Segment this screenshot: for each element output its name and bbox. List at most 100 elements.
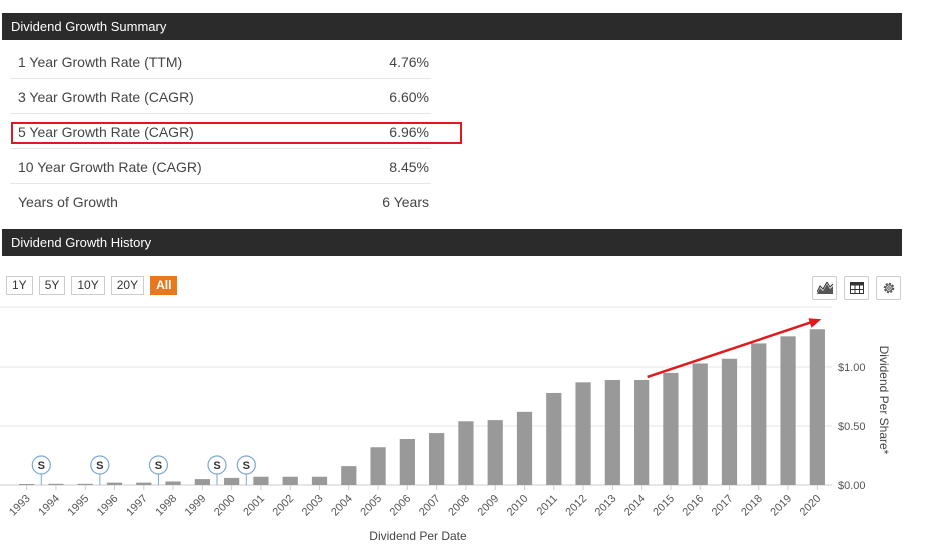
bar-2006[interactable] <box>399 438 415 485</box>
bar-2000[interactable] <box>224 477 240 485</box>
summary-row-value: 6.60% <box>389 89 429 105</box>
summary-row: 1 Year Growth Rate (TTM) 4.76% <box>10 44 431 79</box>
summary-row: Years of Growth 6 Years <box>10 184 431 219</box>
bar-1993[interactable] <box>19 484 35 485</box>
bar-2009[interactable] <box>487 420 503 485</box>
x-tick-label: 2011 <box>535 493 560 518</box>
x-tick-label: 2007 <box>417 493 443 519</box>
history-title: Dividend Growth History <box>11 235 152 250</box>
bar-2005[interactable] <box>370 447 386 485</box>
summary-row-value: 6 Years <box>382 194 429 210</box>
bar-2008[interactable] <box>458 421 474 485</box>
area-chart-button[interactable] <box>812 276 837 300</box>
x-tick-label: 2001 <box>241 493 267 519</box>
bar-2014[interactable] <box>634 379 650 485</box>
settings-button[interactable] <box>876 276 901 300</box>
bars-layer <box>19 329 825 485</box>
summary-row: 10 Year Growth Rate (CAGR) 8.45% <box>10 149 431 184</box>
bar-2002[interactable] <box>282 476 298 485</box>
x-tick-label: 2009 <box>476 493 502 519</box>
x-tick-label: 1997 <box>124 493 150 519</box>
y-tick-label: $0.50 <box>838 421 866 433</box>
bar-2010[interactable] <box>516 411 533 485</box>
trend-arrow-head <box>808 318 822 328</box>
summary-row-label: 5 Year Growth Rate (CAGR) <box>18 124 194 140</box>
summary-row-label: 1 Year Growth Rate (TTM) <box>18 54 183 70</box>
bar-2016[interactable] <box>692 363 708 485</box>
table-button[interactable] <box>844 276 869 300</box>
x-tick-label: 2017 <box>710 493 736 519</box>
x-axis-label: Dividend Per Date <box>369 529 467 543</box>
bar-1995[interactable] <box>77 483 93 485</box>
split-marker-label: S <box>96 460 103 472</box>
range-button-10y[interactable]: 10Y <box>71 276 105 295</box>
range-button-all[interactable]: All <box>150 276 178 295</box>
bar-2018[interactable] <box>751 343 767 485</box>
summary-row-label: 3 Year Growth Rate (CAGR) <box>18 89 194 105</box>
bar-2001[interactable] <box>253 476 269 485</box>
history-header: Dividend Growth History <box>2 229 902 256</box>
x-tick-label: 2014 <box>622 493 648 519</box>
x-tick-label: 1993 <box>7 493 33 519</box>
y-tick-label: $1.00 <box>838 362 866 374</box>
x-tick-label: 2018 <box>739 493 765 519</box>
x-tick-label: 2004 <box>329 493 355 519</box>
bar-1994[interactable] <box>48 483 64 485</box>
range-button-20y[interactable]: 20Y <box>110 276 145 295</box>
x-axis-ticks: 1993 1994 1995 1996 1997 1998 1999 2000 2001 2002… <box>7 485 824 519</box>
split-marker-label: S <box>38 460 45 472</box>
bar-1998[interactable] <box>165 481 181 485</box>
split-marker-label: S <box>243 460 250 472</box>
range-button-5y[interactable]: 5Y <box>38 276 66 295</box>
summary-row-label: Years of Growth <box>18 194 118 210</box>
split-marker-label: S <box>155 460 162 472</box>
area-chart-icon <box>816 282 833 294</box>
x-tick-label: 1996 <box>95 493 121 519</box>
bar-2012[interactable] <box>575 382 591 485</box>
settings-gear-icon <box>883 282 894 294</box>
x-tick-label: 2019 <box>768 493 794 519</box>
bar-2003[interactable] <box>311 476 328 485</box>
bar-2011[interactable] <box>546 392 562 485</box>
x-tick-label: 1995 <box>66 493 92 519</box>
x-tick-label: 2015 <box>651 493 677 519</box>
y-tick-label: $0.00 <box>838 480 866 492</box>
x-tick-label: 2020 <box>798 493 824 519</box>
x-tick-label: 2005 <box>358 493 384 519</box>
x-tick-label: 2016 <box>681 493 707 519</box>
x-tick-label: 1994 <box>36 493 62 519</box>
split-markers-layer: SSSSS <box>31 455 256 485</box>
x-tick-label: 2000 <box>212 493 238 519</box>
summary-row-value: 6.96% <box>389 124 429 140</box>
summary-header: Dividend Growth Summary <box>2 13 902 40</box>
split-marker-label: S <box>213 460 220 472</box>
x-tick-label: 2008 <box>446 493 472 519</box>
table-icon <box>849 282 864 294</box>
bar-2019[interactable] <box>780 336 796 485</box>
bar-2007[interactable] <box>429 433 445 485</box>
bar-1996[interactable] <box>106 482 123 485</box>
range-selector: 1Y 5Y 10Y 20Y All <box>6 276 178 295</box>
bar-2013[interactable] <box>604 379 620 485</box>
y-axis-label: Dividend Per Share* <box>877 346 891 455</box>
bar-1997[interactable] <box>136 482 152 485</box>
summary-row: 3 Year Growth Rate (CAGR) 6.60% <box>10 79 431 114</box>
bar-2004[interactable] <box>341 466 357 485</box>
x-tick-label: 1999 <box>183 493 209 519</box>
x-tick-label: 1998 <box>153 493 179 519</box>
x-tick-label: 2002 <box>271 493 297 519</box>
bar-2020[interactable] <box>809 329 825 485</box>
bar-1999[interactable] <box>194 479 210 485</box>
dividend-history-chart: SSSSS 1993 1994 1995 1996 1997 1998 1999 2000 20… <box>0 306 891 543</box>
bar-2017[interactable] <box>721 358 738 485</box>
summary-title: Dividend Growth Summary <box>11 19 167 34</box>
summary-row: 5 Year Growth Rate (CAGR) 6.96% <box>10 114 431 149</box>
bar-2015[interactable] <box>663 372 679 485</box>
summary-table: 1 Year Growth Rate (TTM) 4.76% 3 Year Gr… <box>10 44 431 219</box>
summary-row-label: 10 Year Growth Rate (CAGR) <box>18 159 202 175</box>
range-button-1y[interactable]: 1Y <box>6 276 33 295</box>
x-tick-label: 2013 <box>593 493 619 519</box>
x-tick-label: 2003 <box>300 493 326 519</box>
x-tick-label: 2006 <box>388 493 414 519</box>
y-axis-ticks: $0.00 $0.50 $1.00 <box>838 362 866 492</box>
